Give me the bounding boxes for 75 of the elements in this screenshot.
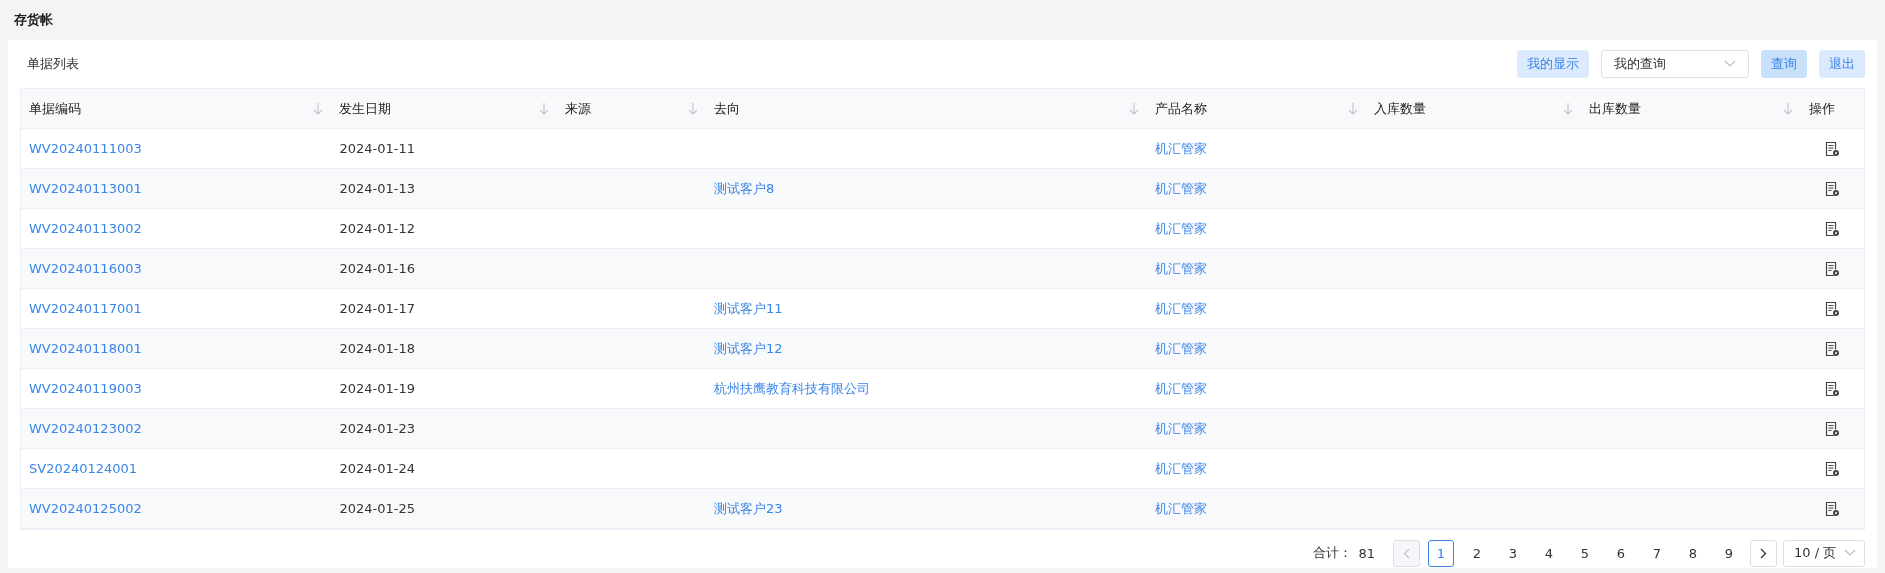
column-header: 出库数量 <box>1589 99 1642 118</box>
column-header: 入库数量 <box>1373 99 1426 118</box>
document-code-link[interactable]: WV20240125002 <box>29 501 142 516</box>
document-view-icon[interactable] <box>1825 460 1841 477</box>
page-number[interactable]: 2 <box>1464 539 1490 567</box>
page-title: 存货帐 <box>14 11 53 29</box>
product-link[interactable]: 机汇管家 <box>1155 379 1208 398</box>
document-code-link[interactable]: WV20240111003 <box>29 141 142 156</box>
page-number[interactable]: 7 <box>1644 539 1670 567</box>
product-link[interactable]: 机汇管家 <box>1155 299 1208 318</box>
page-number[interactable]: 5 <box>1572 539 1598 567</box>
product-link[interactable]: 机汇管家 <box>1155 419 1208 438</box>
product-link[interactable]: 机汇管家 <box>1155 459 1208 478</box>
exit-button[interactable]: 退出 <box>1819 50 1865 78</box>
column-header: 操作 <box>1809 99 1836 118</box>
document-code-link[interactable]: WV20240118001 <box>29 341 142 356</box>
column-header: 去向 <box>713 99 740 118</box>
date-cell: 2024-01-19 <box>339 381 416 396</box>
page-number[interactable]: 9 <box>1716 539 1742 567</box>
query-select[interactable]: 我的查询 <box>1601 50 1749 78</box>
product-link[interactable]: 机汇管家 <box>1155 259 1208 278</box>
document-view-icon[interactable] <box>1825 180 1841 197</box>
document-code-link[interactable]: WV20240119003 <box>29 381 142 396</box>
document-code-link[interactable]: WV20240123002 <box>29 421 142 436</box>
page-number[interactable]: 4 <box>1536 539 1562 567</box>
document-view-icon[interactable] <box>1825 380 1841 397</box>
document-code-link[interactable]: SV20240124001 <box>29 461 138 476</box>
column-header: 产品名称 <box>1155 99 1208 118</box>
date-cell: 2024-01-18 <box>339 341 416 356</box>
chevron-left-icon <box>1403 547 1410 559</box>
destination-link[interactable]: 测试客户11 <box>713 299 783 318</box>
date-cell: 2024-01-13 <box>339 181 416 196</box>
page-number[interactable]: 6 <box>1608 539 1634 567</box>
date-cell: 2024-01-16 <box>339 261 416 276</box>
document-code-link[interactable]: WV20240116003 <box>29 261 142 276</box>
chevron-right-icon <box>1760 547 1767 559</box>
date-cell: 2024-01-12 <box>339 221 416 236</box>
document-code-link[interactable]: WV20240117001 <box>29 301 142 316</box>
destination-link[interactable]: 测试客户8 <box>713 179 775 198</box>
date-cell: 2024-01-17 <box>339 301 416 316</box>
document-code-link[interactable]: WV20240113002 <box>29 221 142 236</box>
document-view-icon[interactable] <box>1825 500 1841 517</box>
product-link[interactable]: 机汇管家 <box>1155 139 1208 158</box>
total-count: 81 <box>1358 545 1375 561</box>
destination-link[interactable]: 测试客户23 <box>713 499 783 518</box>
product-link[interactable]: 机汇管家 <box>1155 339 1208 358</box>
column-header: 单据编码 <box>29 99 81 118</box>
document-view-icon[interactable] <box>1825 340 1841 357</box>
product-link[interactable]: 机汇管家 <box>1155 179 1208 198</box>
column-header: 发生日期 <box>339 99 392 118</box>
list-title: 单据列表 <box>26 55 79 73</box>
date-cell: 2024-01-25 <box>339 501 416 516</box>
column-header: 来源 <box>565 99 592 118</box>
document-view-icon[interactable] <box>1825 140 1841 157</box>
page-number[interactable]: 8 <box>1680 539 1706 567</box>
product-link[interactable]: 机汇管家 <box>1155 499 1208 518</box>
total-label: 合计： <box>1313 544 1353 562</box>
page-number[interactable]: 1 <box>1428 539 1454 567</box>
date-cell: 2024-01-24 <box>339 461 416 476</box>
date-cell: 2024-01-23 <box>339 421 416 436</box>
document-view-icon[interactable] <box>1825 420 1841 437</box>
destination-link[interactable]: 测试客户12 <box>713 339 783 358</box>
destination-link[interactable]: 杭州扶鹰教育科技有限公司 <box>713 379 870 398</box>
page-size-select[interactable]: 10 / 页 <box>1783 539 1865 567</box>
query-button[interactable]: 查询 <box>1761 50 1807 78</box>
document-view-icon[interactable] <box>1825 260 1841 277</box>
chevron-down-icon <box>1844 549 1856 557</box>
date-cell: 2024-01-11 <box>339 141 416 156</box>
product-link[interactable]: 机汇管家 <box>1155 219 1208 238</box>
document-code-link[interactable]: WV20240113001 <box>29 181 142 196</box>
document-view-icon[interactable] <box>1825 220 1841 237</box>
chevron-down-icon <box>1724 60 1736 68</box>
display-button[interactable]: 我的显示 <box>1517 50 1589 78</box>
page-number[interactable]: 3 <box>1500 539 1526 567</box>
document-view-icon[interactable] <box>1825 300 1841 317</box>
